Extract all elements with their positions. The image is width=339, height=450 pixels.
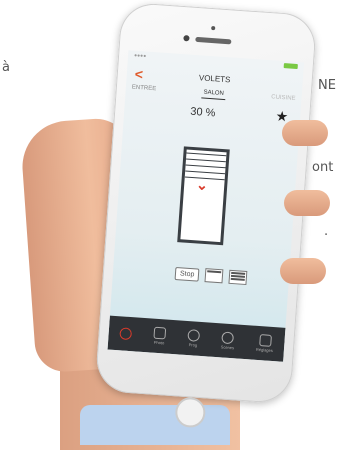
tabbar-item-photo[interactable]: Photo <box>153 326 167 346</box>
back-arrow-icon[interactable]: < <box>134 66 143 83</box>
tabbar-item-prog[interactable]: Prog <box>187 329 200 348</box>
earpiece-speaker <box>195 36 232 45</box>
clock-icon <box>187 329 200 342</box>
camera-icon <box>153 326 167 340</box>
shutter-frame: ⌄ <box>177 146 230 246</box>
tabbar-item-scenes[interactable]: Scenes <box>221 331 236 350</box>
settings-icon <box>258 334 272 347</box>
shutter-controls: Stop <box>174 266 248 286</box>
close-icon-bar <box>231 277 246 281</box>
front-camera-icon <box>183 35 190 42</box>
tabbar-label: Réglages <box>255 346 274 354</box>
chevron-down-icon: ⌄ <box>195 176 209 194</box>
proximity-sensor <box>211 25 216 31</box>
tabbar-label: Scenes <box>220 344 235 351</box>
shirt-sleeve <box>80 405 230 445</box>
hand-finger <box>282 120 328 146</box>
tabbar-label: Photo <box>153 339 165 346</box>
play-icon <box>221 331 235 345</box>
open-icon <box>207 270 222 274</box>
hand-finger <box>280 258 326 284</box>
signal-icon: ●●●● <box>133 52 147 60</box>
bottom-tab-bar: Photo Prog Scenes Réglages <box>107 315 286 362</box>
power-icon <box>119 326 133 340</box>
tabbar-label: Prog <box>188 342 198 348</box>
close-shutter-button[interactable] <box>228 269 248 286</box>
battery-icon <box>283 63 298 70</box>
hand-finger <box>284 190 330 216</box>
tabbar-item-settings[interactable]: Réglages <box>256 334 274 353</box>
shutter-level: 30 % <box>189 105 216 120</box>
stop-button[interactable]: Stop <box>174 266 200 282</box>
tabbar-item-power[interactable] <box>119 326 133 341</box>
shutter-visual[interactable]: ⌄ <box>177 146 230 246</box>
open-shutter-button[interactable] <box>204 268 224 284</box>
app-screen: ●●●● < VOLETS ENTREE SALON CUISINE 30 % … <box>107 50 305 362</box>
